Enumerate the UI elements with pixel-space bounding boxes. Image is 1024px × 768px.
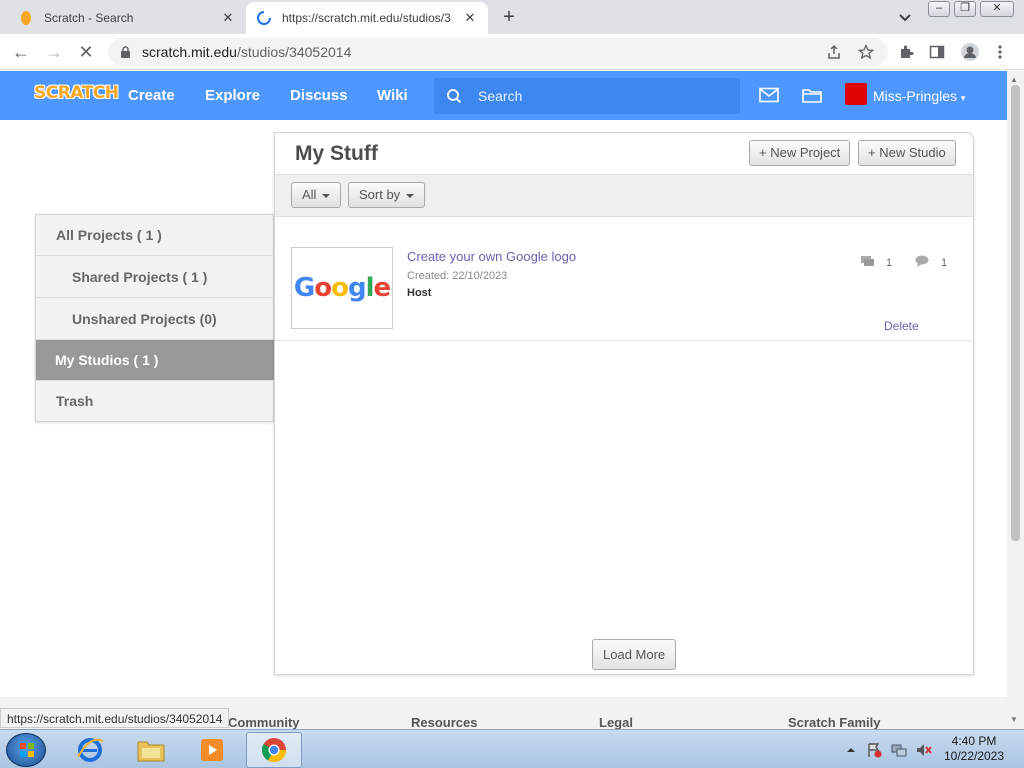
projects-count-stat: 1 xyxy=(861,255,892,270)
action-center-flag-icon[interactable] xyxy=(866,742,882,758)
google-logo-image: Google xyxy=(293,273,391,303)
clock-date: 10/22/2023 xyxy=(943,749,1005,763)
internet-explorer-icon[interactable] xyxy=(62,732,118,768)
load-more-button[interactable]: Load More xyxy=(592,639,677,670)
nav-explore[interactable]: Explore xyxy=(205,87,260,104)
loading-spinner-icon xyxy=(256,10,272,26)
filter-all-dropdown[interactable]: All xyxy=(291,182,342,208)
role-label: Host xyxy=(407,287,432,299)
footer-heading-resources: Resources xyxy=(411,715,478,730)
tab-title: Scratch - Search xyxy=(44,11,134,25)
filter-bar: All Sort by xyxy=(275,174,973,217)
tab-search-chevron-icon[interactable] xyxy=(896,8,914,26)
tab-scratch-search[interactable]: Scratch - Search ✕ xyxy=(8,2,246,34)
scratch-logo[interactable]: SCRATCH xyxy=(34,83,119,103)
restore-window-icon[interactable]: ❐ xyxy=(954,1,976,17)
chevron-down-icon xyxy=(406,193,415,198)
sidebar-item-shared-projects[interactable]: Shared Projects ( 1 ) xyxy=(36,257,274,298)
nav-wiki[interactable]: Wiki xyxy=(377,87,408,104)
scrollbar-thumb[interactable] xyxy=(1011,85,1020,541)
studio-thumbnail[interactable]: Google xyxy=(291,247,393,329)
created-date: Created: 22/10/2023 xyxy=(407,270,508,282)
minimize-window-icon[interactable]: – xyxy=(928,1,950,17)
footer-heading-scratch-family: Scratch Family xyxy=(788,715,881,730)
new-project-button[interactable]: + New Project xyxy=(749,140,851,166)
messages-envelope-icon[interactable] xyxy=(759,87,779,105)
close-tab-icon[interactable]: ✕ xyxy=(462,10,478,26)
scratch-favicon-icon xyxy=(18,10,34,26)
studio-title-link[interactable]: Create your own Google logo xyxy=(407,249,576,264)
share-icon[interactable] xyxy=(826,44,842,60)
status-bar-url: https://scratch.mit.edu/studios/34052014 xyxy=(0,708,230,728)
volume-muted-icon[interactable] xyxy=(915,742,932,758)
delete-link[interactable]: Delete xyxy=(884,319,919,333)
sidebar-item-my-studios[interactable]: My Studios ( 1 ) xyxy=(36,340,274,381)
comment-bubble-icon xyxy=(915,255,929,270)
my-stuff-panel: My Stuff + New Project + New Studio All … xyxy=(274,132,974,675)
footer-heading-legal: Legal xyxy=(599,715,633,730)
comments-count-stat: 1 xyxy=(915,255,947,270)
user-avatar[interactable] xyxy=(845,83,867,105)
footer-heading-community: Community xyxy=(228,715,300,730)
scratch-search-input[interactable]: Search xyxy=(434,78,740,114)
scroll-up-icon[interactable]: ▲ xyxy=(1010,75,1018,84)
new-studio-button[interactable]: + New Studio xyxy=(858,140,956,166)
search-icon xyxy=(446,88,462,107)
sidebar-item-unshared-projects[interactable]: Unshared Projects (0) xyxy=(36,299,274,340)
page-title: My Stuff xyxy=(295,142,378,165)
page-scrollbar[interactable]: ▲ ▼ xyxy=(1007,71,1024,729)
search-placeholder: Search xyxy=(478,88,523,104)
browser-tab-strip: Scratch - Search ✕ https://scratch.mit.e… xyxy=(0,0,1024,34)
browser-toolbar: ← → ✕ scratch.mit.edu/studios/34052014 xyxy=(0,34,1024,70)
tab-title: https://scratch.mit.edu/studios/3 xyxy=(282,11,451,25)
extensions-puzzle-icon[interactable] xyxy=(898,44,914,60)
address-bar[interactable]: scratch.mit.edu/studios/34052014 xyxy=(108,38,888,66)
close-window-icon[interactable]: ✕ xyxy=(980,1,1014,17)
file-explorer-icon[interactable] xyxy=(123,732,179,768)
nav-create[interactable]: Create xyxy=(128,87,175,104)
username-menu[interactable]: Miss-Pringles ▾ xyxy=(873,88,965,104)
tab-scratch-studio[interactable]: https://scratch.mit.edu/studios/3 ✕ xyxy=(246,2,488,34)
close-tab-icon[interactable]: ✕ xyxy=(220,10,236,26)
chevron-down-icon xyxy=(322,193,331,198)
browser-menu-icon[interactable] xyxy=(996,44,1004,60)
show-hidden-icons-icon[interactable] xyxy=(846,742,862,758)
my-stuff-sidebar: All Projects ( 1 ) Shared Projects ( 1 )… xyxy=(35,214,274,422)
bookmark-star-icon[interactable] xyxy=(857,43,875,60)
sidebar-item-all-projects[interactable]: All Projects ( 1 ) xyxy=(36,215,274,256)
url-text: scratch.mit.edu/studios/34052014 xyxy=(142,44,352,60)
windows-taskbar: 4:40 PM 10/22/2023 xyxy=(0,729,1024,768)
sidebar-item-trash[interactable]: Trash xyxy=(36,381,274,422)
side-panel-icon[interactable] xyxy=(929,44,945,60)
network-icon[interactable] xyxy=(891,742,907,758)
profile-avatar-icon[interactable] xyxy=(960,42,980,62)
lock-icon xyxy=(120,46,131,61)
nav-discuss[interactable]: Discuss xyxy=(290,87,348,104)
new-tab-icon[interactable]: + xyxy=(498,6,520,29)
scroll-down-icon[interactable]: ▼ xyxy=(1010,715,1018,724)
my-stuff-folder-icon[interactable] xyxy=(802,87,822,105)
sort-by-dropdown[interactable]: Sort by xyxy=(348,182,426,208)
media-player-icon[interactable] xyxy=(184,732,240,768)
forward-arrow-icon[interactable]: → xyxy=(44,42,64,62)
system-clock[interactable]: 4:40 PM 10/22/2023 xyxy=(938,734,1010,764)
projects-icon xyxy=(861,255,875,270)
back-arrow-icon[interactable]: ← xyxy=(11,42,31,62)
windows-start-icon[interactable] xyxy=(6,733,46,767)
clock-time: 4:40 PM xyxy=(951,734,997,748)
chrome-icon[interactable] xyxy=(246,732,302,768)
studio-list-item: Google Create your own Google logo Creat… xyxy=(275,217,973,341)
stop-loading-icon[interactable]: ✕ xyxy=(76,42,96,62)
